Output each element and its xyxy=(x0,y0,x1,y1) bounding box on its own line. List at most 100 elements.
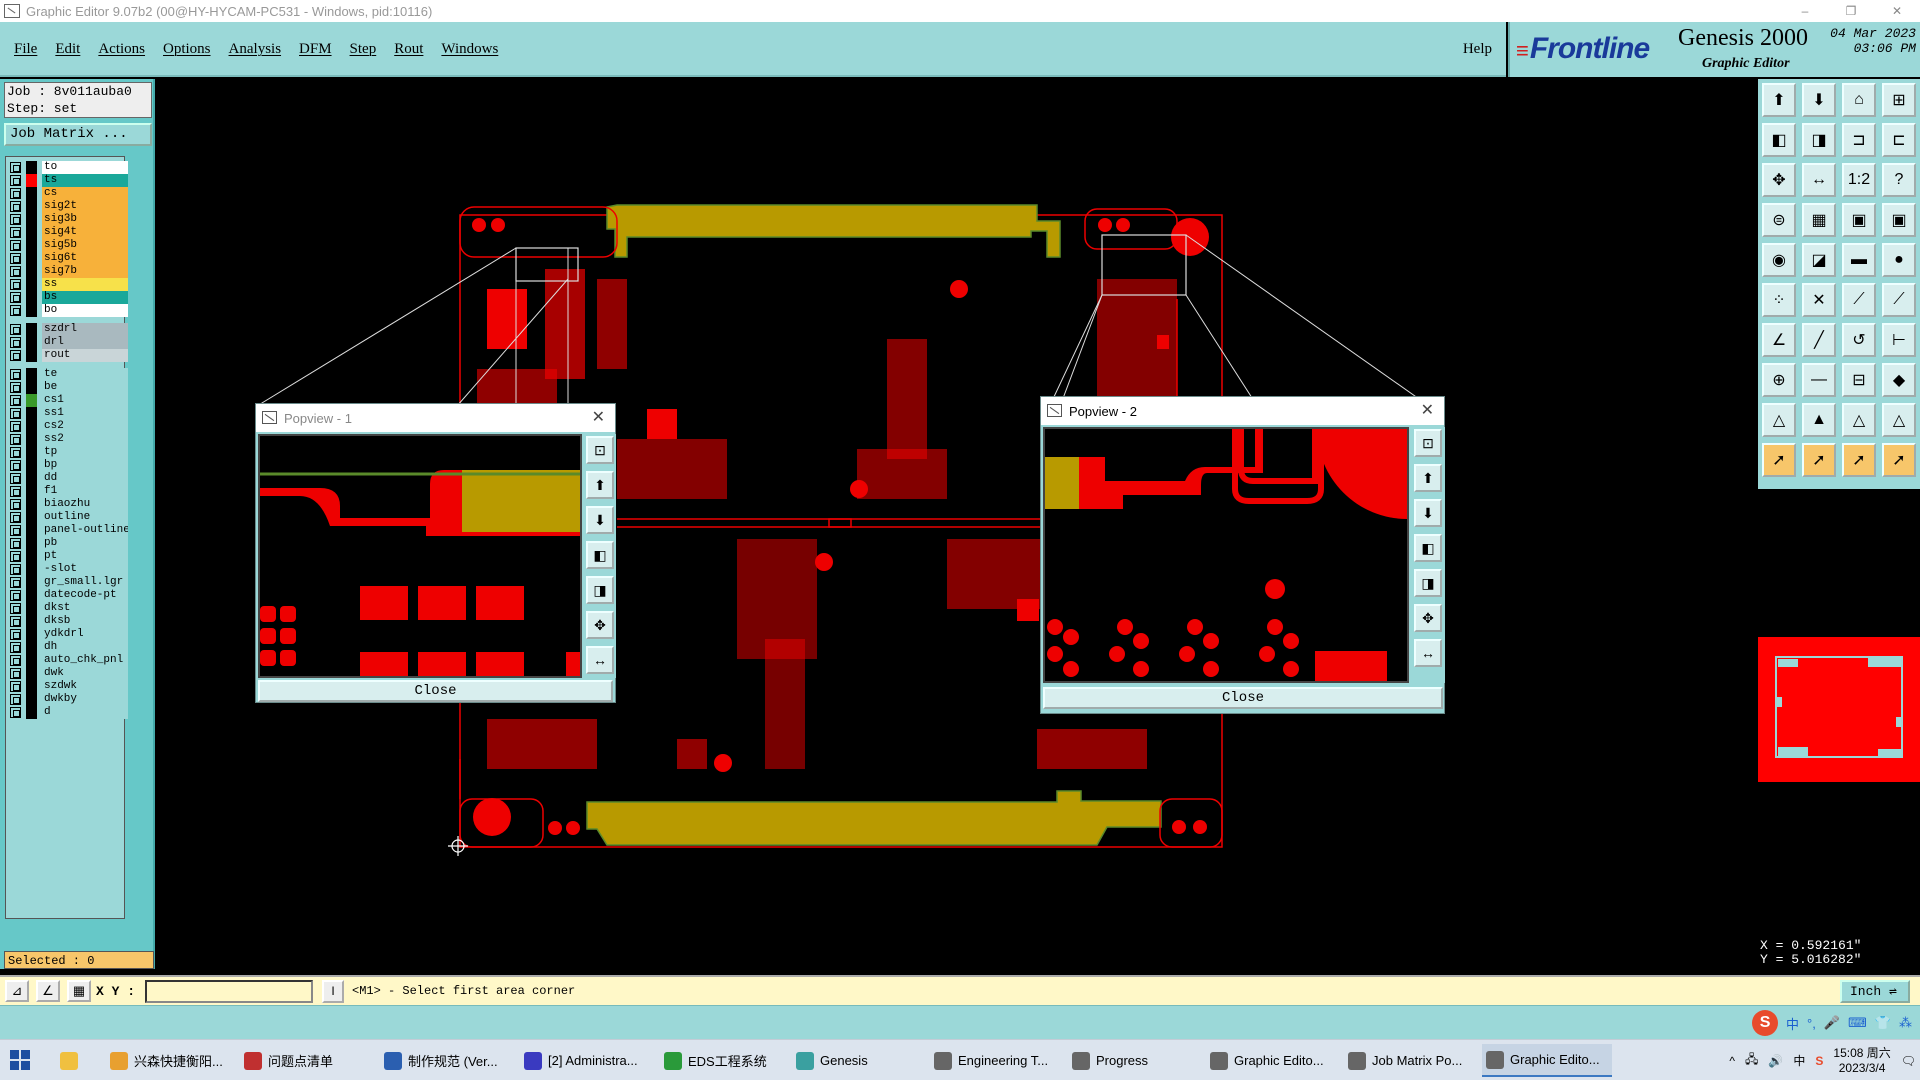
menu-rout[interactable]: Rout xyxy=(394,41,423,58)
layer-affected-checkbox[interactable] xyxy=(10,642,21,653)
tool-9-1-icon[interactable]: ➚ xyxy=(1802,443,1836,477)
tool-9-3-icon[interactable]: ➚ xyxy=(1882,443,1916,477)
volume-icon[interactable]: 🔊 xyxy=(1768,1054,1783,1068)
ime-item-icon[interactable]: 🎤 xyxy=(1824,1015,1840,1031)
tool-7-0-icon[interactable]: ⊕ xyxy=(1762,363,1796,397)
file-explorer-taskbar-icon[interactable] xyxy=(56,1044,90,1077)
layer-affected-checkbox[interactable] xyxy=(10,214,21,225)
layer-display-swatch[interactable] xyxy=(26,304,37,317)
tool-0-0-icon[interactable]: ⬆ xyxy=(1762,83,1796,117)
layer-affected-checkbox[interactable] xyxy=(10,616,21,627)
popview-2-close-x[interactable]: ✕ xyxy=(1421,400,1434,420)
tray-overflow-icon[interactable]: ^ xyxy=(1729,1054,1735,1068)
layer-affected-checkbox[interactable] xyxy=(10,564,21,575)
popview-1-fit-icon[interactable]: ✥ xyxy=(586,611,614,639)
tool-7-1-icon[interactable]: — xyxy=(1802,363,1836,397)
layer-affected-checkbox[interactable] xyxy=(10,253,21,264)
popview-1-down-icon[interactable]: ⬇ xyxy=(586,506,614,534)
tool-6-0-icon[interactable]: ∠ xyxy=(1762,323,1796,357)
popview-2-down-icon[interactable]: ⬇ xyxy=(1414,499,1442,527)
layer-affected-checkbox[interactable] xyxy=(10,279,21,290)
xy-input[interactable] xyxy=(145,980,313,1003)
menu-actions[interactable]: Actions xyxy=(98,41,145,58)
popview-2-fit-icon[interactable]: ✥ xyxy=(1414,604,1442,632)
network-icon[interactable]: 🖧 xyxy=(1745,1050,1758,1071)
layer-row[interactable]: rout xyxy=(6,348,128,363)
tool-1-1-icon[interactable]: ◨ xyxy=(1802,123,1836,157)
layer-affected-checkbox[interactable] xyxy=(10,162,21,173)
layer-affected-checkbox[interactable] xyxy=(10,421,21,432)
snap-icon[interactable]: ⊿ xyxy=(5,980,29,1002)
layer-affected-checkbox[interactable] xyxy=(10,382,21,393)
layer-row[interactable]: d xyxy=(6,705,128,720)
layer-affected-checkbox[interactable] xyxy=(10,175,21,186)
layer-affected-checkbox[interactable] xyxy=(10,350,21,361)
close-window-button[interactable]: ✕ xyxy=(1874,0,1920,22)
tool-6-2-icon[interactable]: ↺ xyxy=(1842,323,1876,357)
layer-affected-checkbox[interactable] xyxy=(10,668,21,679)
taskbar-item[interactable]: [2] Administra... xyxy=(520,1044,652,1077)
restore-button[interactable]: ❐ xyxy=(1828,0,1874,22)
sogou-ime-icon[interactable]: S xyxy=(1752,1010,1779,1036)
tool-5-1-icon[interactable]: ✕ xyxy=(1802,283,1836,317)
ime-item-icon[interactable]: 中 xyxy=(1786,1014,1799,1033)
popview-2-right-icon[interactable]: ◨ xyxy=(1414,569,1442,597)
layer-affected-checkbox[interactable] xyxy=(10,188,21,199)
tool-7-2-icon[interactable]: ⊟ xyxy=(1842,363,1876,397)
layer-affected-checkbox[interactable] xyxy=(10,655,21,666)
popview-2-zoom-icon[interactable]: ⊡ xyxy=(1414,429,1442,457)
layer-affected-checkbox[interactable] xyxy=(10,590,21,601)
layer-affected-checkbox[interactable] xyxy=(10,266,21,277)
tool-4-2-icon[interactable]: ▬ xyxy=(1842,243,1876,277)
taskbar-clock[interactable]: 15:08 周六 2023/3/4 xyxy=(1833,1046,1890,1076)
menu-edit[interactable]: Edit xyxy=(55,41,80,58)
tool-7-3-icon[interactable]: ◆ xyxy=(1882,363,1916,397)
layer-affected-checkbox[interactable] xyxy=(10,499,21,510)
layer-affected-checkbox[interactable] xyxy=(10,408,21,419)
popview-2-pan-icon[interactable]: ↔ xyxy=(1414,639,1442,667)
tool-2-1-icon[interactable]: ↔ xyxy=(1802,163,1836,197)
layer-affected-checkbox[interactable] xyxy=(10,240,21,251)
taskbar-item[interactable]: 问题点清单 xyxy=(240,1044,370,1077)
popview-1-zoom-icon[interactable]: ⊡ xyxy=(586,436,614,464)
tool-3-2-icon[interactable]: ▣ xyxy=(1842,203,1876,237)
tool-9-2-icon[interactable]: ➚ xyxy=(1842,443,1876,477)
tool-4-3-icon[interactable]: ● xyxy=(1882,243,1916,277)
tool-5-0-icon[interactable]: ⁘ xyxy=(1762,283,1796,317)
tool-8-1-icon[interactable]: ▲ xyxy=(1802,403,1836,437)
layer-affected-checkbox[interactable] xyxy=(10,305,21,316)
tool-3-3-icon[interactable]: ▣ xyxy=(1882,203,1916,237)
tool-8-2-icon[interactable]: △ xyxy=(1842,403,1876,437)
tool-4-0-icon[interactable]: ◉ xyxy=(1762,243,1796,277)
popview-1-view[interactable] xyxy=(258,434,582,678)
layer-affected-checkbox[interactable] xyxy=(10,434,21,445)
minimize-button[interactable]: – xyxy=(1782,0,1828,22)
layer-name[interactable]: d xyxy=(42,706,128,719)
layer-affected-checkbox[interactable] xyxy=(10,337,21,348)
taskbar-item[interactable]: 制作规范 (Ver... xyxy=(380,1044,512,1077)
popview-2-close-button[interactable]: Close xyxy=(1043,687,1443,709)
ime-item-icon[interactable]: ⌨ xyxy=(1848,1015,1867,1031)
tool-8-0-icon[interactable]: △ xyxy=(1762,403,1796,437)
taskbar-item[interactable]: Progress xyxy=(1068,1044,1198,1077)
popview-1-pan-icon[interactable]: ↔ xyxy=(586,646,614,674)
taskbar-item[interactable]: 兴森快捷衡阳... xyxy=(106,1044,230,1077)
popview-2-view[interactable] xyxy=(1043,427,1409,683)
layer-affected-checkbox[interactable] xyxy=(10,707,21,718)
notifications-icon[interactable]: 🗨 xyxy=(1901,1054,1916,1068)
grid-icon[interactable]: ▦ xyxy=(67,980,91,1002)
layer-affected-checkbox[interactable] xyxy=(10,292,21,303)
menu-help[interactable]: Help xyxy=(1463,41,1492,58)
tool-1-3-icon[interactable]: ⊏ xyxy=(1882,123,1916,157)
job-matrix-button[interactable]: Job Matrix ... xyxy=(4,123,152,146)
layer-affected-checkbox[interactable] xyxy=(10,486,21,497)
layer-affected-checkbox[interactable] xyxy=(10,324,21,335)
tool-1-0-icon[interactable]: ◧ xyxy=(1762,123,1796,157)
tool-9-0-icon[interactable]: ➚ xyxy=(1762,443,1796,477)
layer-affected-checkbox[interactable] xyxy=(10,473,21,484)
tool-2-3-icon[interactable]: ? xyxy=(1882,163,1916,197)
layer-display-swatch[interactable] xyxy=(26,349,37,362)
layer-affected-checkbox[interactable] xyxy=(10,538,21,549)
tool-5-2-icon[interactable]: ⟋ xyxy=(1842,283,1876,317)
layer-affected-checkbox[interactable] xyxy=(10,512,21,523)
